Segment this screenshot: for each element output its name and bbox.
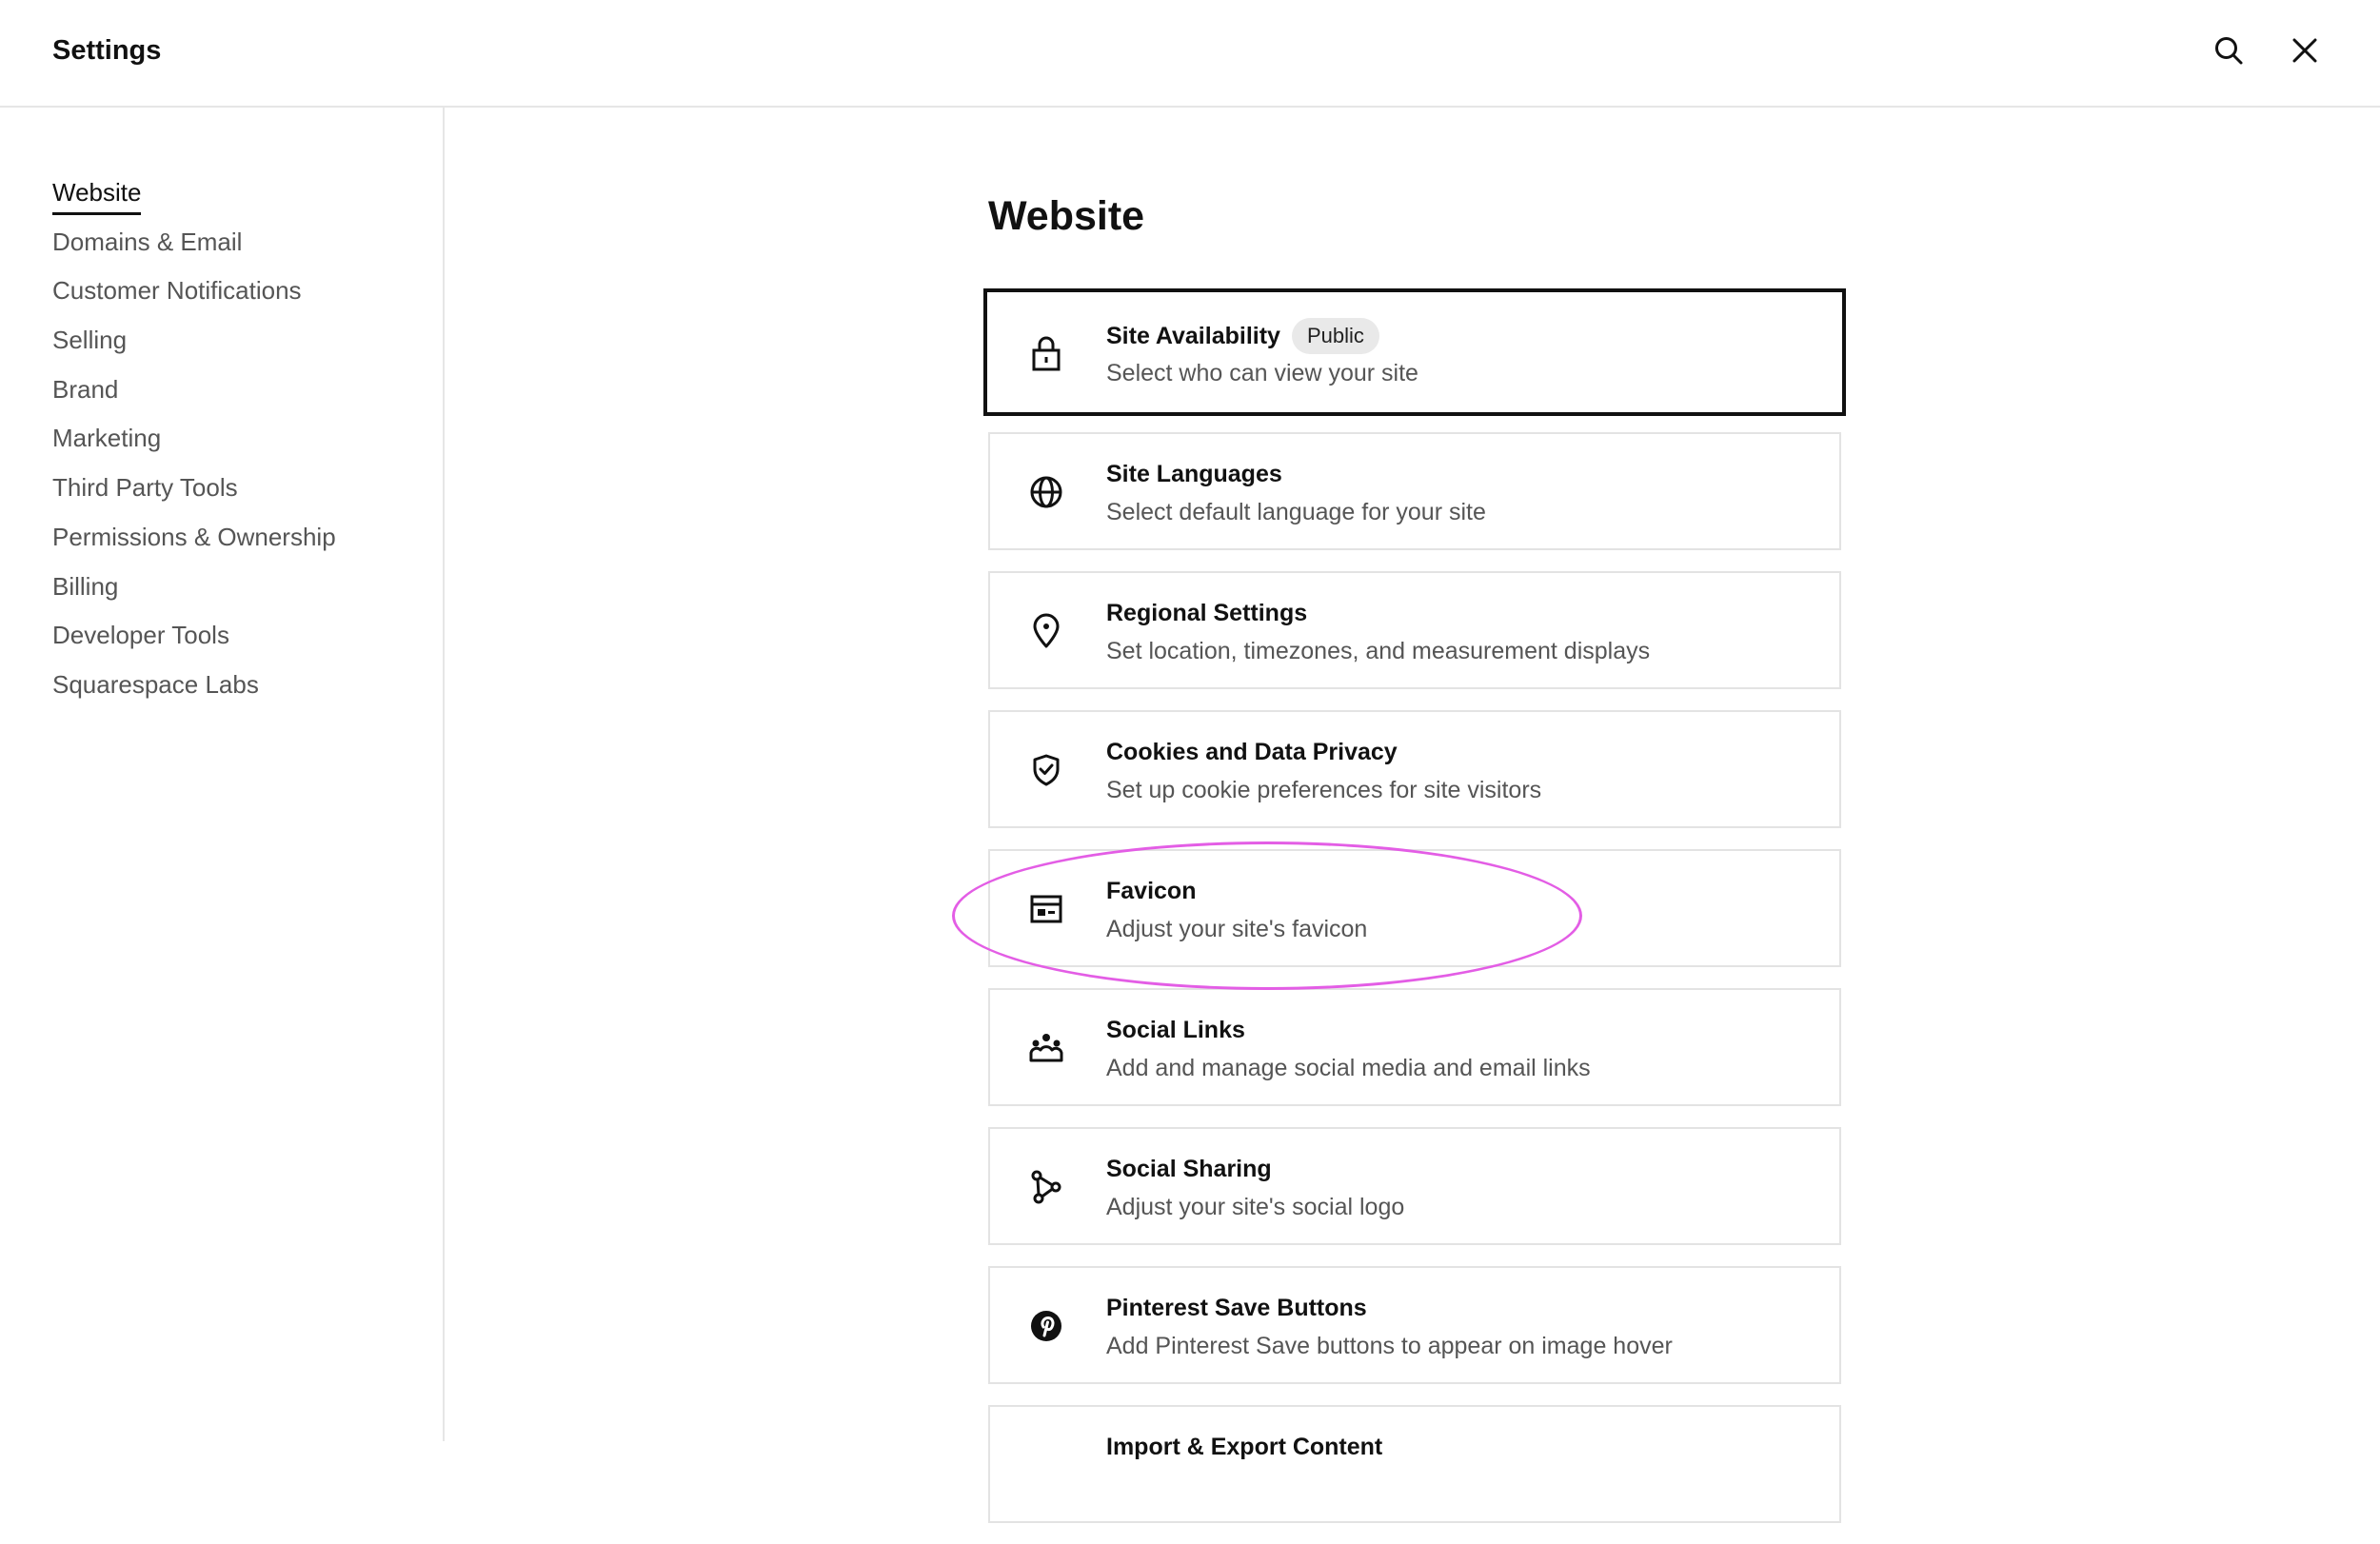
card-description: Select who can view your site — [1106, 360, 1418, 386]
globe-icon — [1028, 474, 1064, 510]
import-export-icon — [1028, 1447, 1064, 1483]
card-title: Cookies and Data Privacy — [1106, 739, 1398, 765]
sidebar-item-label: Domains & Email — [52, 227, 243, 256]
sidebar-item-label: Billing — [52, 571, 119, 601]
card-import-export-content[interactable]: Import & Export Content — [988, 1405, 1841, 1523]
sidebar-item-permissions-ownership[interactable]: Permissions & Ownership — [52, 517, 336, 566]
sidebar-item-brand[interactable]: Brand — [52, 369, 336, 419]
card-social-links[interactable]: Social Links Add and manage social media… — [988, 988, 1841, 1106]
sidebar-item-label: Selling — [52, 326, 128, 355]
social-people-icon — [1028, 1030, 1064, 1066]
pinterest-icon — [1028, 1308, 1064, 1344]
card-title: Pinterest Save Buttons — [1106, 1295, 1367, 1321]
card-title: Favicon — [1106, 878, 1197, 904]
settings-header: Settings — [0, 0, 2380, 108]
sidebar-item-label: Permissions & Ownership — [52, 522, 336, 551]
settings-sidebar: Website Domains & Email Customer Notific… — [0, 108, 445, 1441]
sidebar-item-third-party-tools[interactable]: Third Party Tools — [52, 467, 336, 517]
card-regional-settings[interactable]: Regional Settings Set location, timezone… — [988, 571, 1841, 689]
sidebar-nav: Website Domains & Email Customer Notific… — [52, 172, 336, 714]
card-title: Social Sharing — [1106, 1156, 1272, 1182]
status-badge: Public — [1291, 318, 1379, 354]
sidebar-item-label: Developer Tools — [52, 621, 229, 650]
card-description: Add Pinterest Save buttons to appear on … — [1106, 1333, 1673, 1359]
card-site-availability[interactable]: Site Availability Public Select who can … — [983, 288, 1846, 416]
card-title: Site Availability Public — [1106, 318, 1379, 354]
card-title: Social Links — [1106, 1017, 1245, 1043]
settings-card-list: Site Availability Public Select who can … — [983, 288, 1846, 1544]
sidebar-item-domains-email[interactable]: Domains & Email — [52, 222, 336, 271]
card-description: Add and manage social media and email li… — [1106, 1055, 1591, 1081]
sidebar-item-squarespace-labs[interactable]: Squarespace Labs — [52, 664, 336, 714]
card-description: Set up cookie preferences for site visit… — [1106, 777, 1542, 803]
search-button[interactable] — [2207, 29, 2251, 72]
close-icon — [2292, 38, 2317, 63]
sidebar-item-label: Third Party Tools — [52, 473, 238, 503]
card-description: Select default language for your site — [1106, 499, 1486, 525]
sidebar-item-label: Customer Notifications — [52, 276, 302, 306]
shield-check-icon — [1028, 752, 1064, 788]
card-favicon[interactable]: Favicon Adjust your site's favicon — [988, 849, 1841, 967]
sidebar-item-website[interactable]: Website — [52, 172, 336, 222]
favicon-browser-icon — [1028, 891, 1064, 927]
sidebar-item-selling[interactable]: Selling — [52, 320, 336, 369]
sidebar-item-label: Brand — [52, 374, 119, 404]
page-title: Website — [988, 193, 1145, 239]
share-nodes-icon — [1028, 1169, 1064, 1205]
close-button[interactable] — [2283, 29, 2327, 72]
sidebar-item-developer-tools[interactable]: Developer Tools — [52, 615, 336, 664]
page-header-title: Settings — [52, 35, 162, 66]
settings-main: Website Site Availability Public Select … — [446, 108, 2380, 1523]
card-description: Adjust your site's social logo — [1106, 1194, 1405, 1220]
card-description: Adjust your site's favicon — [1106, 916, 1368, 942]
sidebar-item-label: Squarespace Labs — [52, 669, 259, 699]
location-pin-icon — [1028, 613, 1064, 649]
sidebar-item-label: Marketing — [52, 424, 162, 453]
card-social-sharing[interactable]: Social Sharing Adjust your site's social… — [988, 1127, 1841, 1245]
card-title-text: Site Availability — [1106, 323, 1280, 349]
card-pinterest-save-buttons[interactable]: Pinterest Save Buttons Add Pinterest Sav… — [988, 1266, 1841, 1384]
sidebar-item-label: Website — [52, 174, 142, 215]
sidebar-item-customer-notifications[interactable]: Customer Notifications — [52, 270, 336, 320]
card-description: Set location, timezones, and measurement… — [1106, 638, 1651, 664]
search-icon — [2215, 37, 2243, 65]
card-title: Import & Export Content — [1106, 1434, 1383, 1460]
sidebar-item-marketing[interactable]: Marketing — [52, 418, 336, 467]
sidebar-item-billing[interactable]: Billing — [52, 566, 336, 616]
card-site-languages[interactable]: Site Languages Select default language f… — [988, 432, 1841, 550]
lock-icon — [1028, 335, 1064, 371]
card-title: Site Languages — [1106, 461, 1282, 487]
card-cookies-data-privacy[interactable]: Cookies and Data Privacy Set up cookie p… — [988, 710, 1841, 828]
card-title: Regional Settings — [1106, 600, 1308, 626]
